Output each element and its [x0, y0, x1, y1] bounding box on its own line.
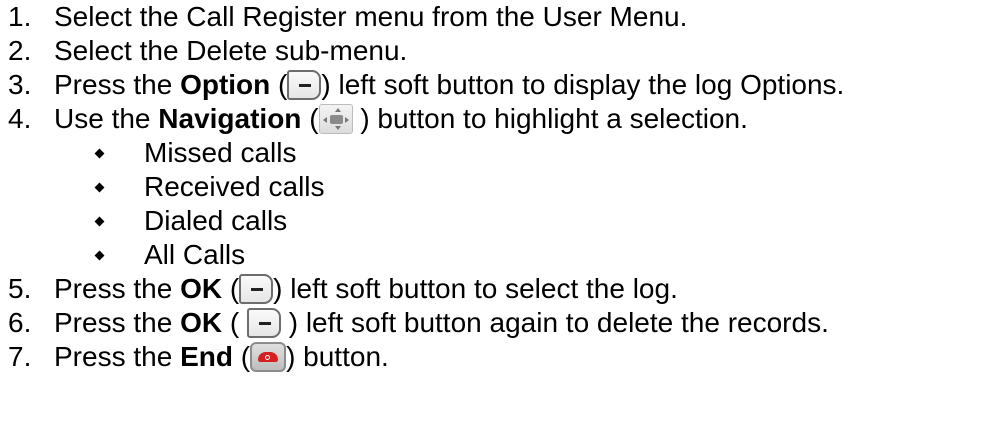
- step-5: 5. Press the OK ( ) left soft button to se…: [8, 272, 978, 306]
- step-text-pre: Use the: [54, 103, 159, 134]
- bullet-text: Missed calls: [144, 137, 297, 168]
- key-name: OK: [180, 273, 223, 304]
- step-text: Select the Delete sub-menu.: [54, 35, 408, 66]
- step-text-pre: Press the: [54, 69, 181, 100]
- step-text-post: ) left soft button to display the log Op…: [321, 69, 845, 100]
- key-name: Option: [180, 69, 271, 100]
- soft-key-icon: [239, 274, 274, 304]
- step-text: Select the Call Register menu from the U…: [54, 1, 688, 32]
- soft-key-icon: [246, 308, 281, 338]
- step-number: 5.: [8, 273, 32, 304]
- bullet-item-dialed: Dialed calls: [8, 204, 978, 238]
- diamond-bullet-icon: [90, 170, 114, 204]
- open-paren: (: [309, 103, 319, 134]
- bullet-text: Received calls: [144, 171, 325, 202]
- end-key-icon: [250, 342, 287, 372]
- key-name: OK: [180, 307, 223, 338]
- key-name: End: [180, 341, 233, 372]
- step-text-post: ) button to highlight a selection.: [360, 103, 748, 134]
- diamond-bullet-icon: [90, 204, 114, 238]
- step-7: 7. Press the End ( ) button.: [8, 340, 978, 374]
- bullet-item-all: All Calls: [8, 238, 978, 272]
- diamond-bullet-icon: [90, 136, 114, 170]
- open-paren: (: [229, 273, 240, 304]
- step-text-post: ) left soft button to select the log.: [273, 273, 678, 304]
- bullet-item-received: Received calls: [8, 170, 978, 204]
- step-text-post: ) left soft button again to delete the r…: [288, 307, 829, 338]
- bullet-item-missed: Missed calls: [8, 136, 978, 170]
- step-text-pre: Press the: [54, 341, 181, 372]
- step-1: 1. Select the Call Register menu from the…: [8, 0, 978, 34]
- diamond-bullet-icon: [90, 238, 114, 272]
- bullet-text: All Calls: [144, 239, 246, 270]
- open-paren: (: [240, 341, 251, 372]
- step-6: 6. Press the OK ( ) left soft button agai…: [8, 306, 978, 340]
- open-paren: (: [278, 69, 288, 100]
- open-paren: (: [229, 307, 240, 338]
- instruction-list: 1. Select the Call Register menu from the…: [8, 0, 978, 374]
- step-number: 3.: [8, 69, 32, 100]
- step-number: 1.: [8, 1, 32, 32]
- step-4: 4. Use the Navigation ( ) button to highl…: [8, 102, 978, 136]
- step-2: 2. Select the Delete sub-menu.: [8, 34, 978, 68]
- step-text-post: ) button.: [286, 341, 389, 372]
- soft-key-icon: [287, 70, 322, 100]
- step-3: 3. Press the Option ( ) left soft button t…: [8, 68, 978, 102]
- step-number: 4.: [8, 103, 32, 134]
- step-text-pre: Press the: [54, 273, 181, 304]
- step-number: 2.: [8, 35, 32, 66]
- bullet-text: Dialed calls: [144, 205, 288, 236]
- step-number: 6.: [8, 307, 32, 338]
- navigation-key-icon: [318, 104, 353, 134]
- key-name: Navigation: [158, 103, 302, 134]
- step-text-pre: Press the: [54, 307, 181, 338]
- step-number: 7.: [8, 341, 32, 372]
